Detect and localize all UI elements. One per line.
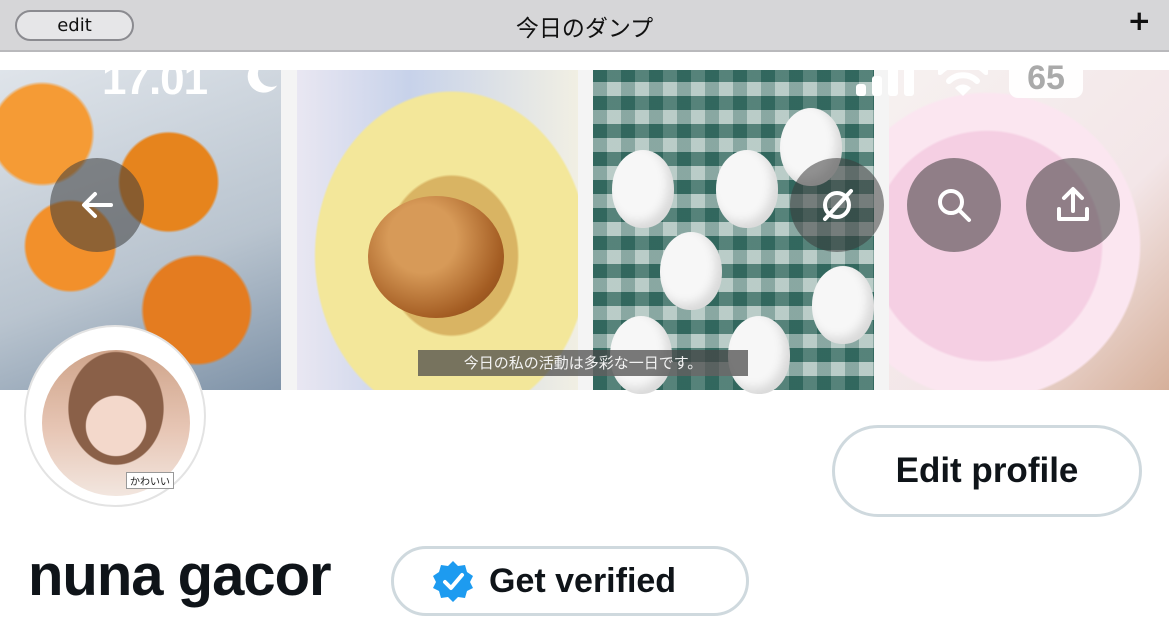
status-time: 17.01 <box>102 55 208 104</box>
wifi-icon <box>938 59 988 96</box>
cellular-signal-icon <box>856 58 914 96</box>
search-button[interactable] <box>907 158 1001 252</box>
egg-shape <box>660 232 722 310</box>
back-button[interactable] <box>50 158 144 252</box>
verified-badge-icon <box>433 561 473 602</box>
top-strip: edit 今日のダンプ + <box>0 0 1169 52</box>
share-icon <box>1057 187 1089 221</box>
get-verified-label: Get verified <box>489 561 677 600</box>
search-icon <box>938 189 971 222</box>
egg-shape <box>812 266 874 344</box>
egg-shape <box>716 150 778 228</box>
avatar-sticker-label: かわいい <box>126 472 174 489</box>
add-button[interactable]: + <box>1128 4 1151 37</box>
share-button[interactable] <box>1026 158 1120 252</box>
get-verified-button[interactable]: Get verified <box>391 546 749 616</box>
eye-slash-icon <box>823 189 853 221</box>
strip-title: 今日のダンプ <box>515 16 654 42</box>
hide-button[interactable] <box>790 158 884 252</box>
arrow-left-icon <box>82 192 113 218</box>
donut-shape <box>368 196 504 318</box>
egg-shape <box>612 150 674 228</box>
moon-icon <box>247 60 278 93</box>
profile-display-name: nuna gacor <box>28 543 332 608</box>
edit-profile-button[interactable]: Edit profile <box>832 425 1142 517</box>
banner-caption: 今日の私の活動は多彩な一日です。 <box>418 350 748 376</box>
battery-indicator: 65 <box>1009 58 1083 98</box>
